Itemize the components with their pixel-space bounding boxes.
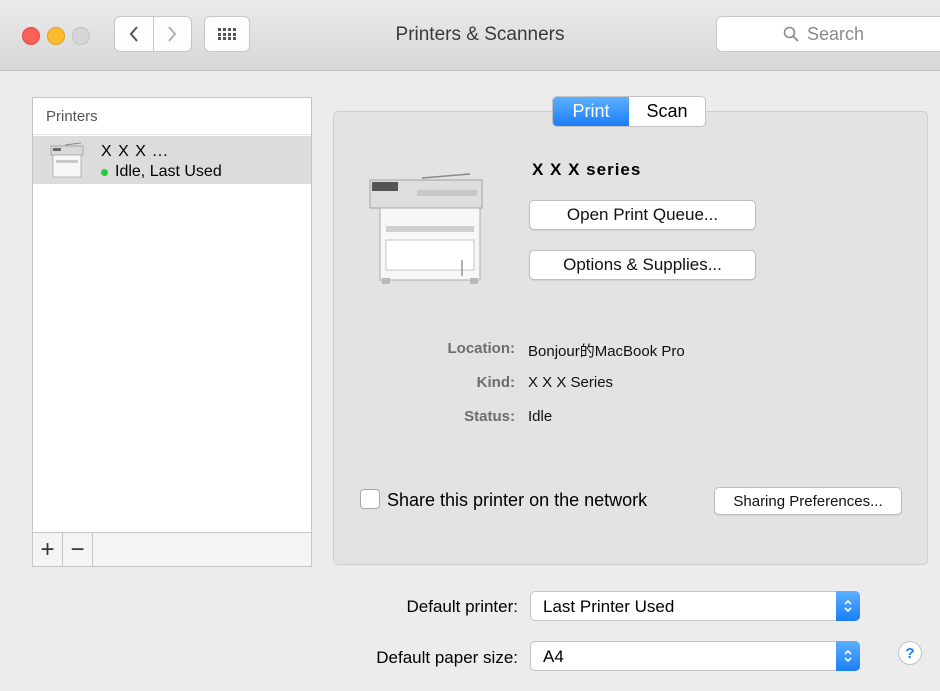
printer-icon [50, 142, 84, 178]
share-printer-checkbox[interactable] [360, 489, 380, 509]
printer-name: X X X ... [101, 143, 169, 160]
tab-scan[interactable]: Scan [629, 97, 705, 126]
search-input[interactable] [805, 22, 879, 46]
printers-list: Printers X X X ... Idle, Last Used + − [32, 97, 312, 567]
default-printer-select[interactable]: Last Printer Used [530, 591, 860, 621]
share-printer-label: Share this printer on the network [387, 490, 648, 510]
minimize-window-button[interactable] [47, 27, 65, 45]
printers-list-header: Printers [33, 98, 311, 135]
popup-arrows-icon [836, 641, 860, 671]
open-print-queue-button[interactable]: Open Print Queue... [529, 200, 756, 230]
zoom-window-button[interactable] [72, 27, 90, 45]
close-window-button[interactable] [22, 27, 40, 45]
back-button[interactable] [115, 17, 153, 51]
popup-arrows-icon [836, 591, 860, 621]
default-paper-size-label: Default paper size: [376, 648, 518, 667]
sharing-preferences-button[interactable]: Sharing Preferences... [714, 487, 902, 515]
default-printer-label: Default printer: [406, 597, 519, 616]
title-bar: Printers & Scanners [0, 0, 940, 71]
status-label: Status: [464, 408, 515, 425]
grid-icon [218, 28, 236, 40]
printer-status: Idle, Last Used [101, 163, 222, 181]
forward-button[interactable] [152, 17, 192, 51]
remove-printer-button[interactable]: − [63, 533, 93, 566]
printer-image [369, 173, 483, 284]
location-value: Bonjour的MacBook Pro [528, 343, 685, 360]
search-field[interactable] [716, 16, 940, 52]
default-paper-size-select[interactable]: A4 [530, 641, 860, 671]
kind-value: X X X Series [528, 374, 614, 391]
printer-list-item[interactable]: X X X ... Idle, Last Used [33, 136, 311, 184]
history-nav [114, 16, 192, 52]
window-title: Printers & Scanners [395, 24, 565, 45]
search-icon [783, 26, 799, 42]
default-paper-size-value: A4 [543, 647, 564, 666]
chevron-right-icon [168, 26, 177, 42]
printers-list-toolbar: + − [33, 532, 311, 566]
default-printer-value: Last Printer Used [543, 597, 675, 616]
show-all-button[interactable] [204, 16, 250, 52]
options-supplies-button[interactable]: Options & Supplies... [529, 250, 756, 280]
chevron-left-icon [129, 26, 138, 42]
status-dot-icon [101, 168, 108, 176]
tab-print[interactable]: Print [553, 97, 629, 126]
status-value: Idle [528, 408, 553, 425]
printer-status-text: Idle, Last Used [115, 163, 222, 180]
print-scan-tabs: Print Scan [552, 96, 706, 127]
help-button[interactable]: ? [898, 641, 922, 665]
add-printer-button[interactable]: + [33, 533, 63, 566]
device-name: X X X series [532, 160, 642, 179]
kind-label: Kind: [476, 374, 515, 391]
location-label: Location: [447, 340, 516, 357]
